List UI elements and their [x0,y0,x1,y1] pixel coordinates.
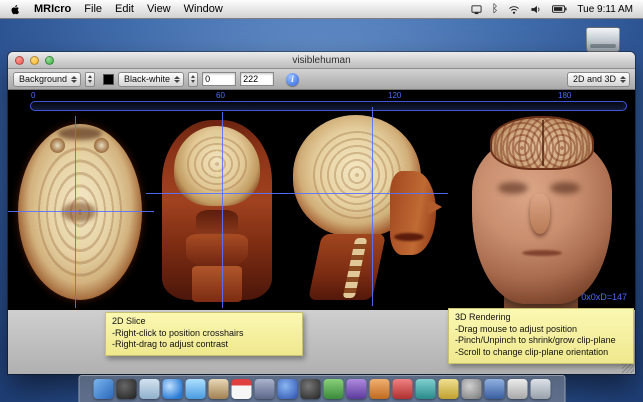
note-line: -Pinch/Unpinch to shrink/grow clip-plane [455,335,627,347]
menu-edit[interactable]: Edit [115,3,134,15]
dock [78,375,565,402]
crosshair-vertical [75,116,76,308]
menu-bar-clock[interactable]: Tue 9:11 AM [577,4,633,15]
mricro-window: visiblehuman Background Black-white i 2D… [8,52,635,374]
crosshair-vertical [222,112,223,308]
note-line: -Right-drag to adjust contrast [112,339,296,351]
axial-slice-image[interactable] [12,122,148,302]
title-bar[interactable]: visiblehuman [8,52,635,69]
background-dropdown[interactable]: Background [13,72,81,87]
clipped-brain [490,116,594,170]
dock-icon-terminal[interactable] [484,379,504,399]
dock-icon-system-preferences[interactable] [507,379,527,399]
dock-icon-numbers[interactable] [438,379,458,399]
window-title: visiblehuman [292,55,350,66]
toolbar: Background Black-white i 2D and 3D [8,69,635,90]
dropdown-arrows-icon [71,76,77,83]
info-icon: i [291,74,294,84]
close-button[interactable] [15,56,24,65]
sagittal-slice-image[interactable] [287,113,442,300]
dock-icon-keynote[interactable] [461,379,481,399]
background-dropdown-label: Background [19,74,67,84]
background-stepper[interactable] [85,72,95,87]
nose-profile [428,199,442,215]
hard-drive-icon [586,27,620,52]
orbit-right [94,138,109,153]
colormap-stepper[interactable] [188,72,198,87]
note-title: 3D Rendering [455,312,627,324]
note-title: 2D Slice [112,316,296,328]
minimize-button[interactable] [30,56,39,65]
slider-tick: 180 [558,91,571,100]
menu-view[interactable]: View [147,3,171,15]
dock-icon-pages[interactable] [415,379,435,399]
dock-icon-preview[interactable] [254,379,274,399]
dock-icon-trash[interactable] [530,379,550,399]
crosshair-horizontal [146,193,288,194]
menu-file[interactable]: File [84,3,102,15]
crosshair-horizontal [8,211,154,212]
crosshair-horizontal [281,193,448,194]
zoom-button[interactable] [45,56,54,65]
slider-tick: 0 [31,91,35,100]
colormap-dropdown[interactable]: Black-white [118,72,184,87]
dock-icon-ical[interactable] [231,379,251,399]
dock-icon-finder[interactable] [93,379,113,399]
dock-icon-mail[interactable] [139,379,159,399]
note-line: -Scroll to change clip-plane orientation [455,347,627,359]
dock-icon-garageband[interactable] [323,379,343,399]
dropdown-arrows-icon [174,76,180,83]
app-menu-mricro[interactable]: MRIcro [34,3,71,15]
slider-tick: 60 [216,91,225,100]
note-line: -Drag mouse to adjust position [455,324,627,336]
crosshair-vertical [372,107,373,306]
max-intensity-field[interactable] [240,72,274,86]
image-viewport: 0 60 120 180 [8,90,635,310]
dock-icon-idvd[interactable] [369,379,389,399]
dock-icon-imovie[interactable] [346,379,366,399]
coronal-slice-image[interactable] [152,118,282,302]
dock-icon-address-book[interactable] [208,379,228,399]
dock-icon-photo-booth[interactable] [300,379,320,399]
menu-window[interactable]: Window [184,3,223,15]
info-button[interactable]: i [286,73,299,86]
dropdown-arrows-icon [620,76,626,83]
coordinate-readout: 0x0xD=147 [581,292,627,302]
bluetooth-icon[interactable]: ᛒ [492,0,499,19]
view-mode-dropdown[interactable]: 2D and 3D [567,72,630,87]
apple-icon [10,3,21,16]
dock-icon-iphoto[interactable] [392,379,412,399]
3d-rendering-image[interactable] [446,108,635,310]
color-swatch[interactable] [103,74,114,85]
slider-tick: 120 [388,91,401,100]
min-intensity-field[interactable] [202,72,236,86]
battery-icon[interactable] [552,0,567,19]
volume-icon[interactable] [530,0,542,19]
menu-bar: MRIcro File Edit View Window ᛒ Tue 9:11 … [0,0,643,19]
display-icon[interactable] [471,0,482,19]
note-line: -Right-click to position crosshairs [112,328,296,340]
orbit-left [50,138,65,153]
annotation-note-2d-slice: 2D Slice -Right-click to position crossh… [105,312,303,356]
annotation-note-3d-rendering: 3D Rendering -Drag mouse to adjust posit… [448,308,634,364]
colormap-dropdown-label: Black-white [124,74,170,84]
ventricles [62,202,96,222]
dock-icon-itunes[interactable] [277,379,297,399]
dock-icon-ichat[interactable] [185,379,205,399]
dock-icon-dashboard[interactable] [116,379,136,399]
dock-icon-safari[interactable] [162,379,182,399]
view-mode-label: 2D and 3D [573,74,616,84]
apple-menu[interactable] [10,0,21,19]
airport-icon[interactable] [508,0,520,19]
